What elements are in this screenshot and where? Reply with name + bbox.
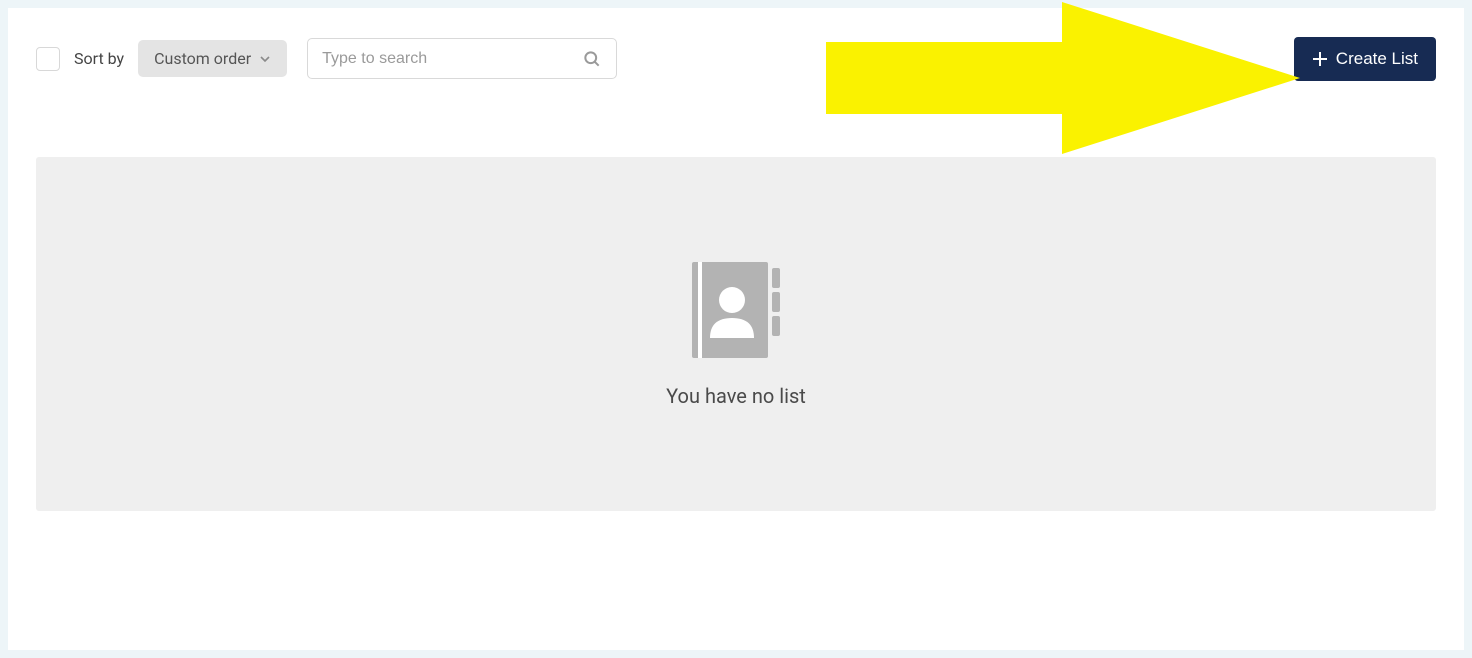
toolbar: Sort by Custom order Create List (36, 38, 1436, 79)
sort-dropdown-value: Custom order (154, 49, 251, 68)
search-icon (577, 38, 607, 79)
annotation-arrow-icon (826, 0, 1306, 158)
create-list-button[interactable]: Create List (1294, 37, 1436, 81)
sortby-label: Sort by (74, 49, 124, 68)
plus-icon (1312, 51, 1328, 67)
empty-state-message: You have no list (666, 384, 806, 408)
search-input[interactable] (307, 38, 617, 79)
address-book-icon (686, 260, 786, 360)
select-all-checkbox[interactable] (36, 47, 60, 71)
sort-dropdown[interactable]: Custom order (138, 40, 287, 77)
chevron-down-icon (259, 53, 271, 65)
create-list-label: Create List (1336, 49, 1418, 69)
lists-panel: Sort by Custom order Create List (8, 8, 1464, 650)
search-field (307, 38, 617, 79)
empty-state: You have no list (36, 157, 1436, 511)
